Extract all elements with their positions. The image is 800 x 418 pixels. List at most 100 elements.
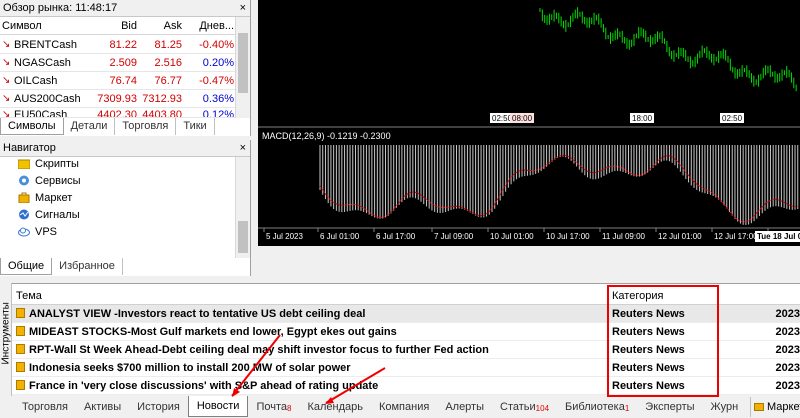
market-watch-titlebar: Обзор рынка: 11:48:17 × [0, 0, 250, 17]
tab-favorites[interactable]: Избранное [52, 258, 123, 275]
market-watch-scrollbar[interactable] [235, 17, 250, 118]
change-value: 0.20% [202, 57, 234, 69]
navigator-tabs: Общие Избранное [0, 258, 123, 275]
ask-value: 7312.93 [142, 93, 182, 105]
navigator-item-label: Сигналы [35, 208, 80, 221]
x-tick-label: 10 Jul 17:00 [546, 232, 590, 241]
navigator-item-label: Маркет [35, 191, 73, 204]
navigator-item-vps[interactable]: VPS [18, 223, 57, 240]
toolbox-tabs: Торговля Активы История Новости Почта8 К… [14, 396, 746, 417]
bid-value: 2.509 [109, 57, 137, 69]
ask-value: 76.77 [154, 75, 182, 87]
envelope-icon [16, 380, 25, 390]
symbol-name: BRENTCash [0, 36, 94, 53]
tab-trading[interactable]: Торговля [115, 118, 177, 135]
navigator-item-signals[interactable]: Сигналы [18, 206, 80, 223]
news-title: RPT-Wall St Week Ahead-Debt ceiling deal… [29, 344, 489, 356]
scrollbar-thumb[interactable] [238, 221, 248, 253]
cloud-icon [18, 226, 30, 237]
envelope-icon [16, 326, 25, 336]
market-button-label: Маркет [767, 401, 800, 413]
bid-value: 4402.30 [97, 109, 137, 117]
column-date[interactable] [758, 287, 800, 304]
price-chart[interactable]: 02:50 08:00 18:00 02:50 MACD(12,26,9) -0.12… [258, 0, 800, 246]
tab-common[interactable]: Общие [0, 258, 53, 275]
symbol-row[interactable]: BRENTCash 81.22 81.25 -0.40% [0, 36, 236, 54]
tab-trade[interactable]: Торговля [14, 398, 76, 417]
x-tick-label: 7 Jul 09:00 [434, 232, 474, 241]
column-ask[interactable]: Ask [139, 17, 184, 34]
macd-label: MACD(12,26,9) -0.1219 -0.2300 [262, 131, 391, 141]
change-value: -0.40% [199, 39, 234, 51]
symbol-row[interactable]: EU50Cash 4402.30 4403.80 0.12% [0, 108, 236, 118]
news-date: 2023 [775, 344, 800, 356]
scrollbar-thumb[interactable] [238, 33, 248, 93]
market-watch-panel: Обзор рынка: 11:48:17 × Символ Bid Ask Д… [0, 0, 251, 136]
tab-company[interactable]: Компания [371, 398, 437, 417]
toolbox-vertical-label: Инструменты [0, 283, 12, 396]
column-daily-change[interactable]: Днев... [184, 17, 236, 34]
envelope-icon [16, 362, 25, 372]
x-tick-label: 6 Jul 17:00 [376, 232, 416, 241]
current-time-label: Tue 18 Jul 09:00 [757, 232, 800, 241]
change-value: 0.36% [202, 93, 234, 105]
services-icon [18, 175, 30, 186]
navigator-item-scripts[interactable]: Скрипты [17, 155, 79, 172]
tab-history[interactable]: История [129, 398, 188, 417]
symbol-row[interactable]: NGASCash 2.509 2.516 0.20% [0, 54, 236, 72]
chart-canvas[interactable]: 02:50 08:00 18:00 02:50 MACD(12,26,9) -0.12… [258, 0, 800, 246]
navigator-item-market[interactable]: Маркет [18, 189, 72, 206]
articles-count-badge: 104 [535, 404, 550, 413]
close-icon[interactable]: × [240, 0, 246, 16]
tab-details[interactable]: Детали [64, 118, 116, 135]
envelope-icon [16, 344, 25, 354]
tab-ticks[interactable]: Тики [176, 118, 215, 135]
market-button[interactable]: Маркет [750, 397, 800, 417]
news-panel: Тема Категория ANALYST VIEW -Investors r… [12, 283, 800, 397]
column-symbol[interactable]: Символ [0, 17, 94, 34]
ask-value: 4403.80 [142, 109, 182, 117]
library-count-badge: 1 [624, 404, 630, 413]
column-bid[interactable]: Bid [94, 17, 139, 34]
macd-histogram [319, 145, 799, 225]
x-tick-label: 12 Jul 17:00 [714, 232, 758, 241]
bid-value: 76.74 [109, 75, 137, 87]
market-bag-icon [18, 192, 30, 204]
navigator-scrollbar[interactable] [235, 157, 250, 258]
ask-value: 81.25 [154, 39, 182, 51]
tab-experts[interactable]: Эксперты [637, 398, 702, 417]
column-topic[interactable]: Тема [12, 287, 608, 304]
time-mark-label: 02:50 [722, 114, 743, 123]
symbol-name: EU50Cash [0, 108, 94, 117]
symbol-name: NGASCash [0, 54, 94, 71]
symbol-name: AUS200Cash [0, 90, 94, 107]
tab-exposure[interactable]: Активы [76, 398, 129, 417]
tab-calendar[interactable]: Календарь [299, 398, 371, 417]
news-title: MIDEAST STOCKS-Most Gulf markets end low… [29, 326, 397, 338]
time-mark-label: 18:00 [632, 114, 653, 123]
navigator-item-services[interactable]: Сервисы [18, 172, 81, 189]
time-marks: 02:50 08:00 18:00 02:50 [490, 113, 744, 123]
tab-news[interactable]: Новости [187, 396, 249, 417]
folder-icon [17, 158, 31, 170]
tab-journal[interactable]: Журн [703, 398, 747, 417]
navigator-title: Навигатор [3, 142, 56, 154]
tab-library[interactable]: Библиотека1 [557, 398, 637, 417]
close-icon[interactable]: × [240, 140, 246, 156]
time-mark-label: 02:50 [492, 114, 513, 123]
tab-alerts[interactable]: Алерты [437, 398, 492, 417]
market-watch-tabs: Символы Детали Торговля Тики [0, 118, 215, 135]
tab-symbols[interactable]: Символы [0, 118, 64, 135]
x-tick-label: 11 Jul 09:00 [602, 232, 646, 241]
symbol-name: OILCash [0, 72, 94, 89]
x-tick-label: 6 Jul 01:00 [320, 232, 360, 241]
news-date: 2023 [775, 308, 800, 320]
navigator-item-label: VPS [35, 225, 58, 238]
symbol-row[interactable]: AUS200Cash 7309.93 7312.93 0.36% [0, 90, 236, 108]
tab-articles[interactable]: Статьи104 [492, 398, 557, 417]
tab-mailbox[interactable]: Почта8 [248, 398, 299, 417]
symbol-row[interactable]: OILCash 76.74 76.77 -0.47% [0, 72, 236, 90]
x-tick-label: 10 Jul 01:00 [490, 232, 534, 241]
market-bag-icon [754, 401, 764, 414]
navigator-panel: Навигатор × Скрипты Сервисы Маркет Сигна… [0, 140, 251, 276]
